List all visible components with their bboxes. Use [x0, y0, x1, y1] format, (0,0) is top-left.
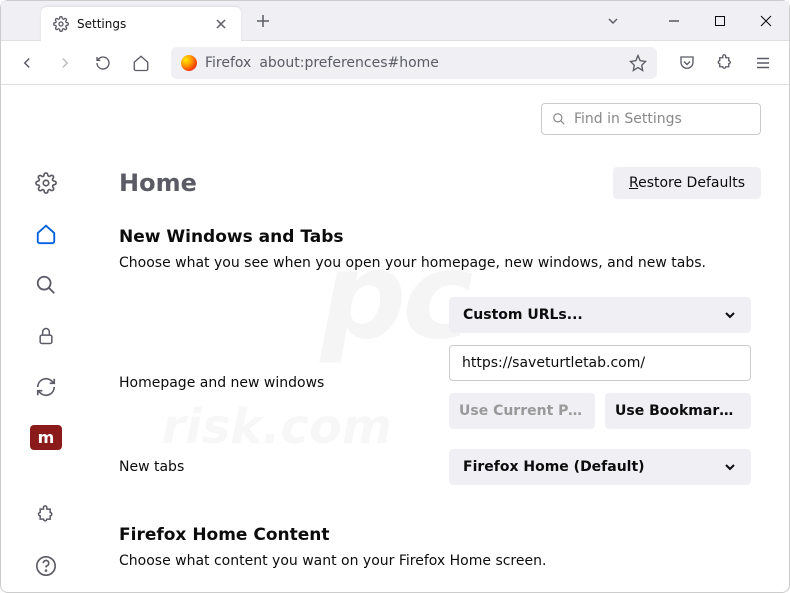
chevron-down-icon — [723, 460, 737, 474]
sidebar-privacy[interactable] — [30, 324, 62, 349]
sidebar-addons[interactable] — [30, 502, 62, 527]
tab-title: Settings — [77, 17, 205, 31]
forward-button[interactable] — [49, 47, 81, 79]
page-title: Home — [119, 169, 197, 197]
browser-tab[interactable]: Settings — [41, 7, 241, 41]
gear-icon — [53, 16, 69, 32]
newtabs-label: New tabs — [119, 459, 429, 475]
homepage-label: Homepage and new windows — [119, 375, 429, 391]
firefox-logo-icon — [181, 55, 197, 71]
extensions-button[interactable] — [709, 47, 741, 79]
tab-list-button[interactable] — [595, 1, 631, 41]
home-button[interactable] — [125, 47, 157, 79]
bookmark-star-icon[interactable] — [629, 54, 647, 72]
section-title-home-content: Firefox Home Content — [119, 525, 761, 545]
restore-defaults-button[interactable]: Restore Defaults — [613, 167, 761, 199]
url-prefix: Firefox — [205, 55, 251, 71]
url-text: about:preferences#home — [259, 55, 621, 71]
section-desc-home-content: Choose what content you want on your Fir… — [119, 553, 761, 569]
section-desc-new-windows: Choose what you see when you open your h… — [119, 255, 761, 271]
sidebar-extension[interactable]: m — [30, 425, 62, 450]
close-tab-button[interactable] — [213, 16, 229, 32]
url-bar[interactable]: Firefox about:preferences#home — [171, 47, 657, 79]
sidebar-general[interactable] — [30, 171, 62, 196]
sidebar-search[interactable] — [30, 273, 62, 298]
homepage-url-input[interactable] — [449, 345, 751, 381]
sidebar-home[interactable] — [30, 222, 62, 247]
newtabs-select[interactable]: Firefox Home (Default) — [449, 449, 751, 485]
homepage-select-value: Custom URLs... — [463, 307, 583, 323]
new-tab-button[interactable] — [249, 7, 277, 35]
use-bookmark-button[interactable]: Use Bookmark… — [605, 393, 751, 429]
back-button[interactable] — [11, 47, 43, 79]
newtabs-select-value: Firefox Home (Default) — [463, 459, 645, 475]
search-icon — [552, 112, 566, 126]
maximize-button[interactable] — [697, 1, 743, 41]
minimize-button[interactable] — [651, 1, 697, 41]
pocket-button[interactable] — [671, 47, 703, 79]
use-current-pages-button[interactable]: Use Current Pages — [449, 393, 595, 429]
settings-search-input[interactable] — [574, 111, 750, 127]
app-menu-button[interactable] — [747, 47, 779, 79]
sidebar-sync[interactable] — [30, 375, 62, 400]
chevron-down-icon — [723, 308, 737, 322]
reload-button[interactable] — [87, 47, 119, 79]
settings-search-box[interactable] — [541, 103, 761, 135]
sidebar-help[interactable] — [30, 553, 62, 578]
section-title-new-windows: New Windows and Tabs — [119, 227, 761, 247]
close-window-button[interactable] — [743, 1, 789, 41]
homepage-select[interactable]: Custom URLs... — [449, 297, 751, 333]
